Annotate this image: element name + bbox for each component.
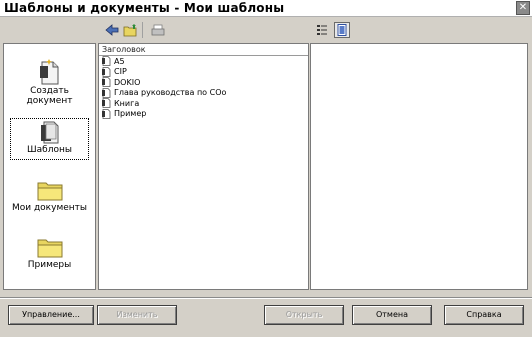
back-icon [105,24,119,36]
nav-item-templates[interactable]: Шаблоны [10,118,89,160]
up-folder-button[interactable] [122,22,138,38]
nav-item-examples[interactable]: Примеры [10,234,89,276]
preview-icon [337,24,347,36]
cancel-button[interactable]: Отмена [352,305,432,325]
new-document-icon [39,59,58,85]
template-file-icon [102,56,111,67]
edit-button[interactable]: Изменить [97,305,177,325]
help-button[interactable]: Справка [444,305,524,325]
divider-highlight [0,298,532,299]
manage-button[interactable]: Управление... [8,305,94,325]
document-properties-icon [317,25,327,35]
back-button[interactable] [104,22,120,38]
folder-icon [37,182,62,201]
nav-item-my-documents[interactable]: Мои документы [10,177,89,219]
toolbar-separator [142,22,143,38]
list-item-label: DOKIO [114,77,141,87]
preview-button[interactable] [334,22,350,38]
preview-pane [310,43,528,290]
list-item[interactable]: CIP [99,66,308,78]
list-item-label: Пример [114,109,147,119]
folder-icon [37,239,62,258]
toolbar [98,18,526,42]
nav-label-examples: Примеры [27,260,72,270]
up-folder-icon [123,23,137,36]
print-icon [151,24,165,35]
nav-item-new-document[interactable]: Создать документ [10,58,89,113]
category-panel: Создать документ Шаблоны Мои документы П… [3,43,96,290]
document-properties-button[interactable] [314,22,330,38]
templates-icon [40,121,58,144]
list-item[interactable]: Пример [99,108,308,120]
template-file-icon [102,87,111,98]
print-button[interactable] [150,22,166,38]
list-item[interactable]: Глава руководства по COо [99,87,308,99]
list-item[interactable]: Книга [99,98,308,109]
list-item-label: A5 [114,56,125,66]
nav-label-new-document: Создать документ [26,86,73,106]
list-item-label: Книга [114,98,140,108]
list-item[interactable]: DOKIO [99,77,308,88]
window-title: Шаблоны и документы - Мои шаблоны [4,1,285,15]
nav-label-my-documents: Мои документы [11,203,88,213]
list-item[interactable]: A5 [99,56,308,67]
template-list[interactable]: Заголовок A5 CIP DOKIO Глава руководства… [98,43,309,290]
template-file-icon [102,66,111,77]
nav-label-templates: Шаблоны [27,145,72,155]
column-header-title[interactable]: Заголовок [99,44,308,56]
close-button[interactable]: ✕ [516,1,530,15]
list-item-label: Глава руководства по COо [114,88,227,98]
template-file-icon [102,98,111,109]
template-file-icon [102,77,111,88]
open-button[interactable]: Открыть [264,305,344,325]
list-item-label: CIP [114,67,127,77]
close-icon: ✕ [518,2,528,13]
template-file-icon [102,108,111,119]
title-bar: Шаблоны и документы - Мои шаблоны ✕ [0,0,532,17]
